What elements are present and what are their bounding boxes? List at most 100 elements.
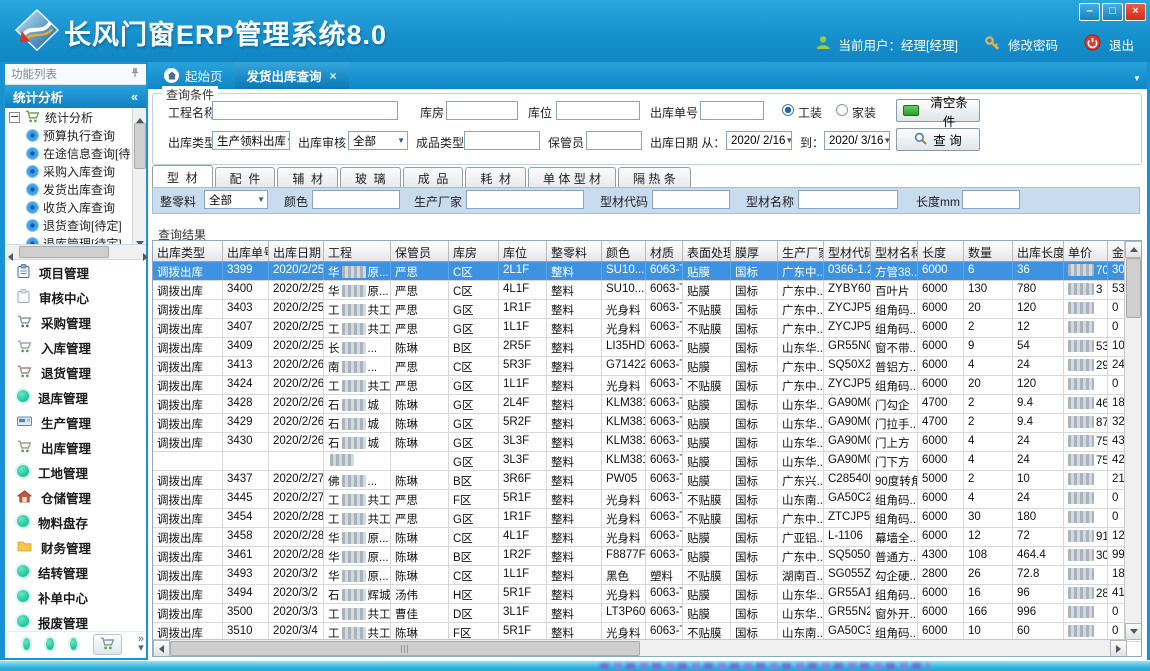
table-row[interactable]: 调拨出库34002020/2/25华原...严思C区4L1F整料SU10...6… [153, 281, 1141, 300]
sidebar-module-生产管理[interactable]: 生产管理 [7, 410, 144, 435]
sidebar-module-退库管理[interactable]: 退库管理 [7, 385, 144, 410]
material-tab-配件[interactable]: 配 件 [215, 167, 276, 187]
sidebar-module-结转管理[interactable]: 结转管理 [7, 560, 144, 585]
manufacturer-input[interactable] [466, 190, 584, 209]
close-icon[interactable]: × [330, 69, 337, 83]
out-audit-select[interactable]: 全部▼ [348, 131, 408, 150]
material-tab-单体型材[interactable]: 单 体 型 材 [528, 167, 616, 187]
profile-name-input[interactable] [798, 190, 898, 209]
product-type-input[interactable] [464, 131, 540, 150]
material-tab-耗材[interactable]: 耗 材 [465, 167, 526, 187]
minimize-button[interactable]: – [1079, 3, 1100, 21]
cart-shortcut-button[interactable] [93, 634, 122, 655]
table-row[interactable]: 调拨出库34292020/2/26石城陈琳G区5R2F整料KLM38176063… [153, 414, 1141, 433]
module-shortcut-icon[interactable] [70, 638, 77, 650]
column-header-材质[interactable]: 材质 [646, 241, 683, 261]
out-type-select[interactable]: 生产领料出库▼ [212, 131, 290, 150]
table-row[interactable]: 调拨出库34072020/2/25工共工程严思G区1L1F整料光身料6063-T… [153, 319, 1141, 338]
column-header-出库长度[interactable]: 出库长度 [1013, 241, 1064, 261]
table-row[interactable]: 调拨出库34242020/2/26工共工程严思G区1L1F整料光身料6063-T… [153, 376, 1141, 395]
table-row[interactable]: 调拨出库34452020/2/27工共工程严思F区5R1F整料光身料6063-T… [153, 490, 1141, 509]
tree-item[interactable]: 退库管理[待定] [5, 234, 133, 245]
table-row[interactable]: 调拨出库33992020/2/25华原...严思C区2L1F整料SU10...6… [153, 262, 1141, 281]
table-row[interactable]: 调拨出库34612020/2/28华原...陈琳B区1R2F整料F8877FT6… [153, 547, 1141, 566]
material-tab-成品[interactable]: 成 品 [403, 167, 464, 187]
tree-item[interactable]: 在途信息查询[待 [5, 144, 133, 162]
tab-发货出库查询[interactable]: 发货出库查询× [235, 62, 349, 89]
column-header-工程[interactable]: 工程 [324, 241, 391, 261]
grid-v-scrollbar[interactable] [1124, 241, 1141, 640]
sidebar-module-仓储管理[interactable]: 仓储管理 [7, 485, 144, 510]
location-input[interactable] [556, 101, 640, 120]
date-to-select[interactable]: 2020/ 3/16▼ [824, 131, 890, 150]
column-header-生产厂家[interactable]: 生产厂家 [778, 241, 824, 261]
column-header-库位[interactable]: 库位 [499, 241, 547, 261]
tree-item[interactable]: 采购入库查询 [5, 162, 133, 180]
column-header-膜厚[interactable]: 膜厚 [731, 241, 778, 261]
date-from-select[interactable]: 2020/ 2/16▼ [726, 131, 792, 150]
profile-code-input[interactable] [652, 190, 730, 209]
close-button[interactable]: × [1125, 3, 1146, 21]
order-no-input[interactable] [700, 101, 764, 120]
tree-item[interactable]: 退货查询[待定] [5, 216, 133, 234]
column-header-保管员[interactable]: 保管员 [391, 241, 449, 261]
material-tab-隔热条[interactable]: 隔 热 条 [618, 167, 691, 187]
column-header-数量[interactable]: 数量 [964, 241, 1013, 261]
sidebar-module-采购管理[interactable]: 采购管理 [7, 310, 144, 335]
module-shortcut-icon[interactable] [46, 638, 53, 650]
table-row[interactable]: G区3L3F整料KLM38176063-T5贴膜国标山东华...GA90M09.… [153, 452, 1141, 471]
table-row[interactable]: 调拨出库34372020/2/27佛...陈琳B区3R6F整料PW056063-… [153, 471, 1141, 490]
sidebar-module-审核中心[interactable]: 审核中心 [7, 285, 144, 310]
grid-h-scrollbar[interactable] [153, 639, 1127, 656]
gongzhuang-radio[interactable] [782, 104, 794, 116]
table-row[interactable]: 调拨出库34282020/2/26石城陈琳G区2L4F整料KLM38176063… [153, 395, 1141, 414]
sidebar-module-出库管理[interactable]: 出库管理 [7, 435, 144, 460]
sidebar-module-入库管理[interactable]: 入库管理 [7, 335, 144, 360]
sidebar-section-header[interactable]: 统计分析 « [5, 85, 146, 108]
table-row[interactable]: 调拨出库34032020/2/25工共工程严思G区1R1F整料光身料6063-T… [153, 300, 1141, 319]
warehouse-input[interactable] [446, 101, 518, 120]
module-shortcut-icon[interactable] [23, 638, 30, 650]
table-row[interactable]: 调拨出库34132020/2/26南...严思C区5R3F整料G71422606… [153, 357, 1141, 376]
sidebar-module-补单中心[interactable]: 补单中心 [7, 585, 144, 610]
column-header-出库类型[interactable]: 出库类型 [153, 241, 223, 261]
column-header-表面处理[interactable]: 表面处理 [683, 241, 731, 261]
pin-icon[interactable] [130, 67, 140, 81]
search-button[interactable]: 查 询 [896, 128, 980, 151]
tree-collapse-icon[interactable] [9, 112, 20, 123]
material-tab-型材[interactable]: 型 材 [152, 165, 213, 187]
column-header-型材代码[interactable]: 型材代码 [824, 241, 871, 261]
tab-list-dropdown-icon[interactable]: ▼ [1133, 74, 1141, 83]
column-header-型材名称[interactable]: 型材名称 [871, 241, 918, 261]
clear-conditions-button[interactable]: 清空条件 [896, 99, 980, 122]
sidebar-module-工地管理[interactable]: 工地管理 [7, 460, 144, 485]
column-header-整零料[interactable]: 整零料 [547, 241, 602, 261]
column-header-单价[interactable]: 单价 [1064, 241, 1108, 261]
tree-root-item[interactable]: 统计分析 [5, 108, 133, 126]
color-input[interactable] [312, 190, 400, 209]
sidebar-module-财务管理[interactable]: 财务管理 [7, 535, 144, 560]
tree-item[interactable]: 发货出库查询 [5, 180, 133, 198]
table-row[interactable]: 调拨出库34942020/3/2石辉城汤伟H区5R1F整料光身料6063-T5贴… [153, 585, 1141, 604]
sidebar-module-项目管理[interactable]: 项目管理 [7, 260, 144, 285]
sidebar-module-物料盘存[interactable]: 物料盘存 [7, 510, 144, 535]
logout-link[interactable]: 退出 [1109, 35, 1134, 54]
column-header-出库单号[interactable]: 出库单号 [223, 241, 269, 261]
table-row[interactable]: 调拨出库34932020/3/2华原...陈琳C区1L1F整料黑色塑料不贴膜国标… [153, 566, 1141, 585]
column-header-长度[interactable]: 长度 [918, 241, 964, 261]
maximize-button[interactable]: □ [1102, 3, 1123, 21]
tree-v-scrollbar[interactable] [132, 108, 146, 244]
project-name-input[interactable] [212, 101, 398, 120]
more-modules-button[interactable]: »▾ [138, 635, 144, 653]
chevrons-left-icon[interactable]: « [131, 90, 138, 104]
whole-part-select[interactable]: 全部▼ [204, 190, 268, 209]
material-tab-玻璃[interactable]: 玻 璃 [340, 167, 401, 187]
table-row[interactable]: 调拨出库34302020/2/26石城陈琳G区3L3F整料KLM38176063… [153, 433, 1141, 452]
length-input[interactable] [962, 190, 1020, 209]
table-row[interactable]: 调拨出库34582020/2/28华原...陈琳C区4L1F整料光身料6063-… [153, 528, 1141, 547]
change-password-link[interactable]: 修改密码 [1008, 35, 1058, 54]
tree-h-scrollbar[interactable] [5, 245, 146, 260]
tree-item[interactable]: 预算执行查询 [5, 126, 133, 144]
column-header-颜色[interactable]: 颜色 [602, 241, 646, 261]
jiazhuang-radio[interactable] [836, 104, 848, 116]
